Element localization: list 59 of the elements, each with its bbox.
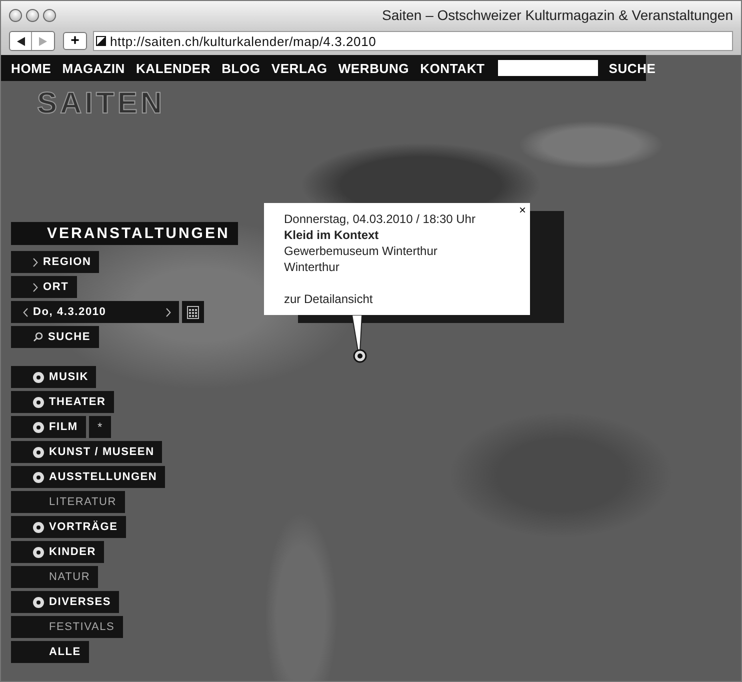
window-title: Saiten – Ostschweizer Kulturmagazin & Veranstaltungen <box>382 7 733 23</box>
nav-link[interactable]: WERBUNG <box>338 60 410 76</box>
chevron-right-icon <box>166 308 172 316</box>
detail-link[interactable]: zur Detailansicht <box>284 291 373 307</box>
minimize-window-icon[interactable] <box>26 8 39 22</box>
sidebar-heading: VERANSTALTUNGEN <box>11 222 238 245</box>
address-field[interactable]: http://saiten.ch/kulturkalender/map/4.3.2010 <box>93 31 733 51</box>
zoom-window-icon[interactable] <box>43 8 56 22</box>
calendar-button[interactable] <box>182 301 204 323</box>
event-date: Donnerstag, 04.03.2010 / 18:30 Uhr <box>284 211 476 227</box>
close-window-icon[interactable] <box>9 8 22 22</box>
category-icon <box>33 446 44 458</box>
event-city: Winterthur <box>284 259 340 275</box>
extra-toggle[interactable]: * <box>88 416 111 438</box>
back-icon <box>16 36 24 46</box>
category-link[interactable]: AUSSTELLUNGEN <box>11 466 166 488</box>
category-link[interactable]: ALLE <box>11 641 89 663</box>
category-icon <box>33 422 44 432</box>
category-link[interactable]: VORTRÄGE <box>11 516 126 538</box>
category-icon <box>33 546 44 558</box>
category-icon <box>33 396 44 408</box>
search-link[interactable]: SUCHE <box>608 60 656 76</box>
add-bookmark-button[interactable]: + <box>63 32 87 50</box>
nav-link[interactable]: MAGAZIN <box>62 60 125 76</box>
category-icon <box>33 472 44 482</box>
logo: SAITEN <box>37 87 166 121</box>
category-link[interactable]: MUSIK <box>11 366 96 388</box>
event-title: Kleid im Kontext <box>284 227 380 243</box>
forward-icon <box>39 36 47 46</box>
chevron-right-icon <box>33 258 38 266</box>
filter-link[interactable]: REGION <box>11 251 100 273</box>
chevron-left-icon <box>23 308 28 316</box>
filter-link[interactable]: ORT <box>11 276 77 298</box>
nav-link[interactable]: BLOG <box>222 60 260 76</box>
nav-link[interactable]: KALENDER <box>136 60 211 76</box>
nav-link[interactable]: HOME <box>11 60 52 76</box>
date-selector[interactable]: Do, 4.3.2010 <box>11 301 180 323</box>
category-icon <box>33 372 44 382</box>
map-marker-icon[interactable] <box>353 349 367 363</box>
category-link[interactable]: FESTIVALS <box>11 616 123 638</box>
category-link[interactable]: FILM <box>11 416 86 438</box>
category-link[interactable]: DIVERSES <box>11 591 120 613</box>
category-link[interactable]: LITERATUR <box>11 491 125 513</box>
category-icon <box>33 522 44 532</box>
category-link[interactable]: KINDER <box>11 541 104 563</box>
nav-link[interactable]: KONTAKT <box>420 60 485 76</box>
nav-link[interactable]: VERLAG <box>271 60 328 76</box>
search-link[interactable]: SUCHE <box>11 326 99 348</box>
site-icon <box>96 36 106 46</box>
search-icon <box>33 332 43 342</box>
chevron-right-icon <box>33 282 38 292</box>
category-link[interactable]: THEATER <box>11 391 114 413</box>
event-venue: Gewerbemuseum Winterthur <box>284 243 438 259</box>
calendar-icon <box>187 306 200 318</box>
category-link[interactable]: NATUR <box>11 566 98 588</box>
category-icon <box>33 596 44 608</box>
close-button[interactable]: × <box>518 203 526 217</box>
search-field[interactable] <box>498 60 598 76</box>
category-link[interactable]: KUNST / MUSEEN <box>11 441 162 463</box>
